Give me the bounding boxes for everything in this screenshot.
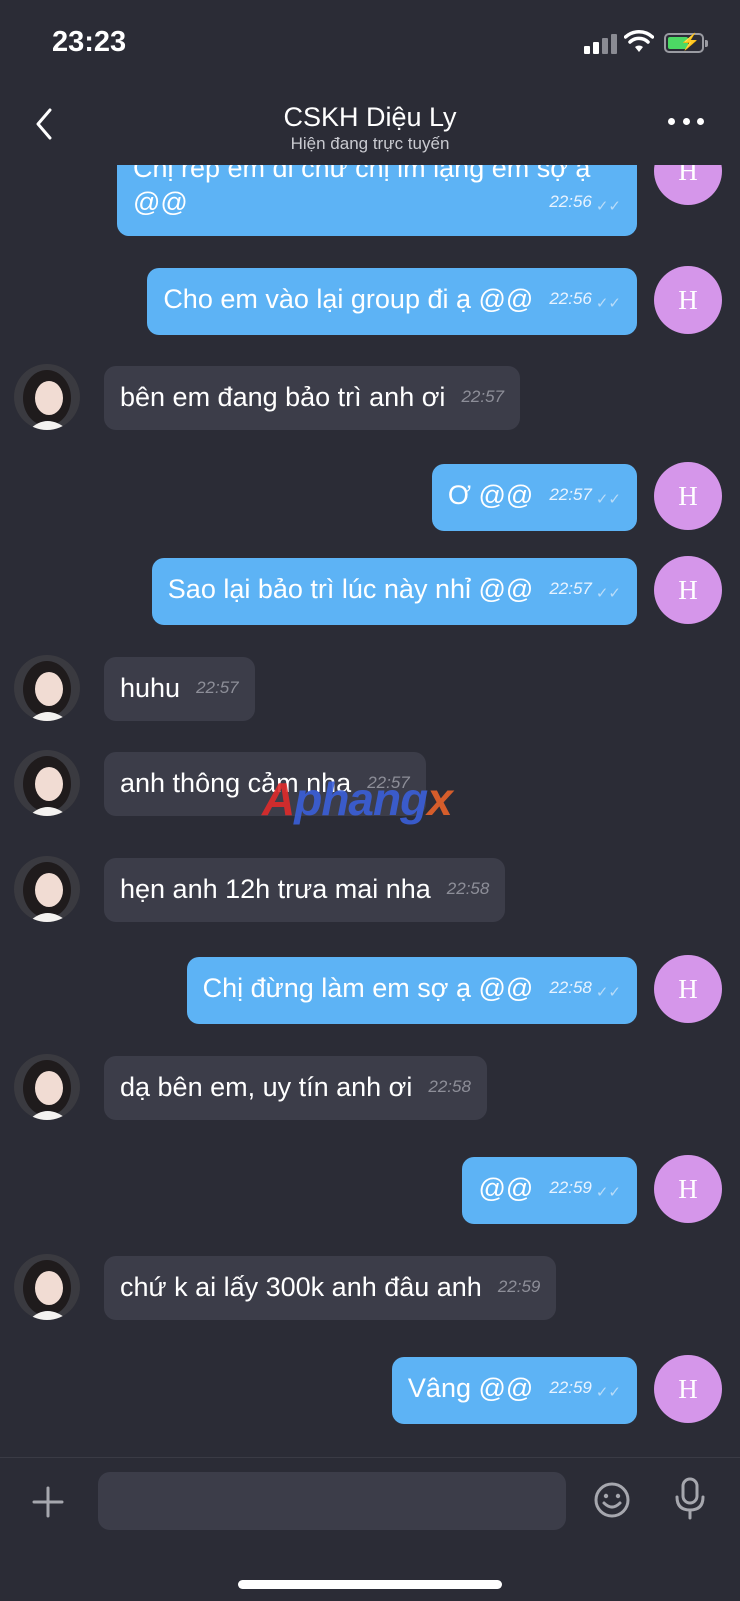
more-options-button[interactable] xyxy=(668,114,704,128)
message-row-outgoing: Chị đừng làm em sợ ạ @@ 22:58 ✓✓ H xyxy=(0,955,740,1024)
message-row-outgoing: Ơ @@ 22:57 ✓✓ H xyxy=(0,462,740,531)
message-time: 22:56 xyxy=(549,288,592,308)
contact-avatar[interactable] xyxy=(14,655,80,721)
message-row-outgoing: Vâng @@ 22:59 ✓✓ H xyxy=(0,1355,740,1424)
contact-avatar[interactable] xyxy=(14,1054,80,1120)
incoming-bubble[interactable]: bên em đang bảo trì anh ơi 22:57 xyxy=(104,366,520,430)
emoji-button[interactable] xyxy=(592,1480,632,1520)
outgoing-bubble[interactable]: Chị rep em đi chứ chị im lặng em sợ ạ @@… xyxy=(117,165,637,236)
outgoing-bubble[interactable]: Cho em vào lại group đi ạ @@ 22:56 ✓✓ xyxy=(147,268,637,335)
user-avatar[interactable]: H xyxy=(654,165,722,205)
attach-button[interactable] xyxy=(30,1484,66,1520)
double-check-icon: ✓✓ xyxy=(595,1184,621,1201)
message-row-incoming: huhu 22:57 xyxy=(0,655,740,723)
message-text: hẹn anh 12h trưa mai nha xyxy=(120,874,431,904)
contact-name: CSKH Diệu Ly xyxy=(283,102,457,132)
user-avatar[interactable]: H xyxy=(654,462,722,530)
message-row-incoming: dạ bên em, uy tín anh ơi 22:58 xyxy=(0,1054,740,1122)
incoming-bubble[interactable]: chứ k ai lấy 300k anh đâu anh 22:59 xyxy=(104,1256,557,1320)
message-time: 22:58 xyxy=(549,977,592,997)
message-text: chứ k ai lấy 300k anh đâu anh xyxy=(120,1272,482,1302)
message-row-outgoing: Cho em vào lại group đi ạ @@ 22:56 ✓✓ H xyxy=(0,266,740,335)
message-text: huhu xyxy=(120,673,181,703)
message-time: 22:59 xyxy=(549,1177,592,1197)
message-text: Chị rep em đi chứ chị im lặng em sợ ạ xyxy=(133,165,591,183)
more-dots-icon xyxy=(668,117,675,125)
message-time: 22:57 xyxy=(461,386,504,406)
profile-photo-icon xyxy=(14,856,80,922)
user-avatar[interactable]: H xyxy=(654,556,722,624)
plus-icon xyxy=(32,1486,64,1518)
watermark: Aphangx xyxy=(262,773,453,825)
double-check-icon: ✓✓ xyxy=(595,295,621,312)
double-check-icon: ✓✓ xyxy=(595,585,621,602)
user-avatar[interactable]: H xyxy=(654,955,722,1023)
message-text: Vâng @@ xyxy=(407,1373,534,1403)
message-row-incoming: bên em đang bảo trì anh ơi 22:57 xyxy=(0,364,740,432)
home-indicator[interactable] xyxy=(238,1580,502,1589)
voice-button[interactable] xyxy=(670,1476,710,1522)
double-check-icon: ✓✓ xyxy=(595,984,621,1001)
user-avatar[interactable]: H xyxy=(654,1355,722,1423)
contact-avatar[interactable] xyxy=(14,856,80,922)
message-time: 22:57 xyxy=(196,677,239,697)
message-text: Ơ @@ xyxy=(447,480,534,510)
message-time: 22:56 xyxy=(549,191,592,211)
double-check-icon: ✓✓ xyxy=(595,491,621,508)
cellular-signal-icon xyxy=(584,32,620,54)
message-text: @@ xyxy=(478,1173,534,1203)
wifi-icon xyxy=(624,30,654,52)
profile-photo-icon xyxy=(14,655,80,721)
user-avatar[interactable]: H xyxy=(654,266,722,334)
message-time: 22:57 xyxy=(549,578,592,598)
profile-photo-icon xyxy=(14,1254,80,1320)
composer-bar xyxy=(0,1457,740,1601)
message-row-outgoing: Chị rep em đi chứ chị im lặng em sợ ạ @@… xyxy=(0,165,740,239)
online-status: Hiện đang trực tuyến xyxy=(290,134,450,153)
incoming-bubble[interactable]: huhu 22:57 xyxy=(104,657,255,721)
contact-avatar[interactable] xyxy=(14,364,80,430)
incoming-bubble[interactable]: dạ bên em, uy tín anh ơi 22:58 xyxy=(104,1056,487,1120)
message-text-continued: @@ xyxy=(133,187,188,217)
message-input[interactable] xyxy=(98,1472,566,1530)
status-bar: 23:23 ⚡ xyxy=(0,0,740,88)
profile-photo-icon xyxy=(14,1054,80,1120)
double-check-icon: ✓✓ xyxy=(595,1384,621,1401)
outgoing-bubble[interactable]: Chị đừng làm em sợ ạ @@ 22:58 ✓✓ xyxy=(186,957,637,1024)
message-row-outgoing: @@ 22:59 ✓✓ H xyxy=(0,1155,740,1224)
emoji-icon xyxy=(594,1482,630,1518)
outgoing-bubble[interactable]: @@ 22:59 ✓✓ xyxy=(462,1157,637,1224)
message-time: 22:59 xyxy=(549,1377,592,1397)
message-time: 22:57 xyxy=(549,484,592,504)
user-avatar[interactable]: H xyxy=(654,1155,722,1223)
contact-avatar[interactable] xyxy=(14,750,80,816)
chat-header: CSKH Diệu Ly Hiện đang trực tuyến xyxy=(0,88,740,165)
status-time: 23:23 xyxy=(52,26,127,58)
message-row-outgoing: Sao lại bảo trì lúc này nhỉ @@ 22:57 ✓✓ H xyxy=(0,556,740,625)
message-row-incoming: hẹn anh 12h trưa mai nha 22:58 xyxy=(0,856,740,924)
incoming-bubble[interactable]: hẹn anh 12h trưa mai nha 22:58 xyxy=(104,858,506,922)
message-time: 22:58 xyxy=(446,878,490,898)
message-row-incoming: chứ k ai lấy 300k anh đâu anh 22:59 xyxy=(0,1254,740,1322)
double-check-icon: ✓✓ xyxy=(595,198,621,215)
contact-avatar[interactable] xyxy=(14,1254,80,1320)
message-time: 22:59 xyxy=(497,1276,541,1296)
profile-photo-icon xyxy=(14,364,80,430)
message-text: Chị đừng làm em sợ ạ @@ xyxy=(202,973,534,1003)
battery-charging-icon: ⚡ xyxy=(664,33,708,53)
message-time: 22:58 xyxy=(428,1076,471,1096)
message-text: dạ bên em, uy tín anh ơi xyxy=(120,1072,413,1102)
message-text: bên em đang bảo trì anh ơi xyxy=(120,382,446,412)
outgoing-bubble[interactable]: Ơ @@ 22:57 ✓✓ xyxy=(431,464,637,531)
message-text: Cho em vào lại group đi ạ @@ xyxy=(163,284,534,314)
microphone-icon xyxy=(675,1477,705,1520)
message-text: Sao lại bảo trì lúc này nhỉ @@ xyxy=(167,574,534,604)
outgoing-bubble[interactable]: Vâng @@ 22:59 ✓✓ xyxy=(391,1357,637,1424)
profile-photo-icon xyxy=(14,750,80,816)
outgoing-bubble[interactable]: Sao lại bảo trì lúc này nhỉ @@ 22:57 ✓✓ xyxy=(151,558,637,625)
